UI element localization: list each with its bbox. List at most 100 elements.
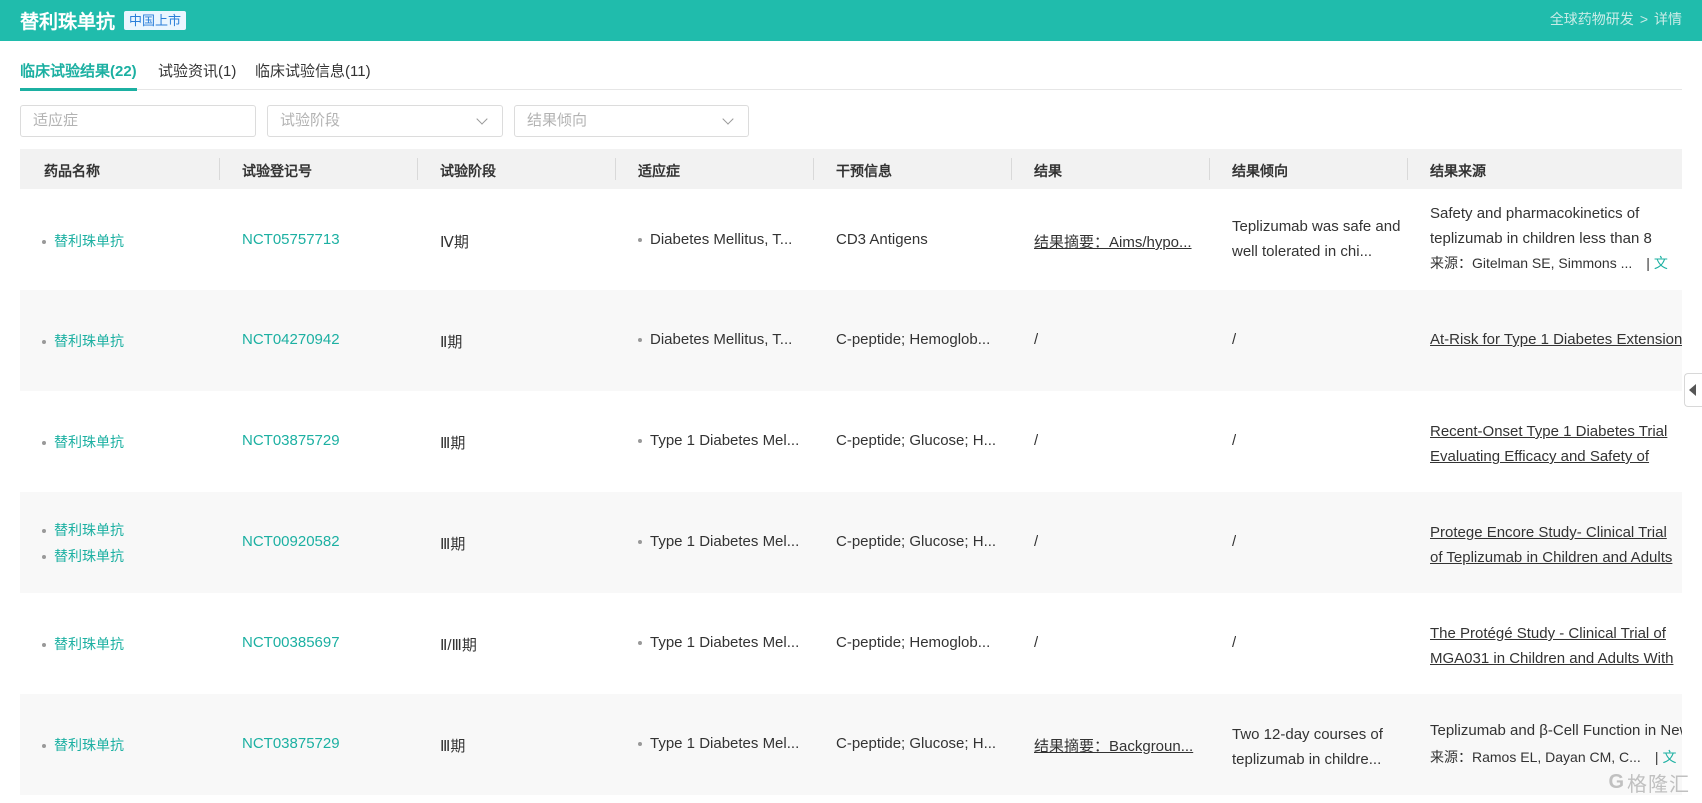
chevron-down-icon bbox=[476, 113, 488, 125]
source-meta: 来源：Gitelman SE, Simmons ... | 文 bbox=[1430, 253, 1682, 273]
panel-collapse-toggle[interactable] bbox=[1684, 373, 1702, 407]
bullet-icon bbox=[42, 240, 46, 245]
breadcrumb-detail: 详情 bbox=[1654, 11, 1682, 27]
drug-cell: 替利珠单抗 bbox=[42, 546, 124, 566]
phase-select[interactable]: 试验阶段 bbox=[267, 105, 503, 137]
result-summary-link[interactable]: 结果摘要：Aims/hypo... bbox=[1034, 231, 1206, 252]
drug-cell: 替利珠单抗 bbox=[42, 331, 124, 351]
drug-link[interactable]: 替利珠单抗 bbox=[54, 737, 124, 753]
col-header-indication: 适应症 bbox=[638, 163, 680, 179]
phase-text: Ⅲ期 bbox=[440, 738, 466, 755]
source-doc-link[interactable]: 文 bbox=[1662, 749, 1676, 765]
column-divider bbox=[1011, 158, 1012, 180]
drug-cell: 替利珠单抗 bbox=[42, 634, 124, 654]
col-header-source: 结果来源 bbox=[1430, 163, 1486, 179]
source-authors: 来源：Ramos EL, Dayan CM, C... bbox=[1430, 749, 1641, 765]
indication-filter[interactable] bbox=[20, 105, 256, 137]
drug-link[interactable]: 替利珠单抗 bbox=[54, 636, 124, 652]
tendency-text: Two 12-day courses of teplizumab in chil… bbox=[1232, 726, 1383, 768]
result-summary-link[interactable]: 结果摘要：Backgroun... bbox=[1034, 735, 1206, 756]
indication-text: Type 1 Diabetes Mel... bbox=[650, 735, 800, 752]
indication-text: Diabetes Mellitus, T... bbox=[650, 231, 793, 248]
result-text: / bbox=[1034, 432, 1039, 449]
drug-link[interactable]: 替利珠单抗 bbox=[54, 333, 124, 349]
bullet-icon bbox=[638, 238, 642, 243]
bullet-icon bbox=[638, 540, 642, 545]
bullet-icon bbox=[638, 439, 642, 444]
tab-trial-news[interactable]: 试验资讯(1) bbox=[158, 60, 236, 81]
indication-text: Type 1 Diabetes Mel... bbox=[650, 634, 800, 651]
col-header-registry: 试验登记号 bbox=[242, 163, 312, 179]
bullet-icon bbox=[638, 742, 642, 747]
source-title-link[interactable]: Protege Encore Study- Clinical Trial of … bbox=[1430, 520, 1682, 570]
source-doc-link[interactable]: 文 bbox=[1654, 255, 1668, 271]
intervention-text: C-peptide; Hemoglob... bbox=[836, 331, 991, 348]
top-header-bar: 替利珠单抗 中国上市 全球药物研发 > 详情 bbox=[0, 0, 1702, 41]
intervention-text: CD3 Antigens bbox=[836, 231, 928, 248]
bullet-icon bbox=[42, 643, 46, 648]
indication-input[interactable] bbox=[33, 112, 233, 129]
breadcrumb-global-rd[interactable]: 全球药物研发 bbox=[1550, 11, 1634, 27]
bullet-icon bbox=[42, 555, 46, 560]
tendency-text: / bbox=[1232, 533, 1237, 550]
table-row: 替利珠单抗 替利珠单抗 NCT00920582 Ⅲ期 Type 1 Diabet… bbox=[20, 492, 1682, 593]
registry-number-link[interactable]: NCT04270942 bbox=[242, 331, 340, 348]
watermark: G 格隆汇 bbox=[1608, 768, 1690, 797]
source-title-link[interactable]: Recent-Onset Type 1 Diabetes Trial Evalu… bbox=[1430, 419, 1682, 469]
tab-bar: 临床试验结果(22) 试验资讯(1) 临床试验信息(11) bbox=[20, 41, 1682, 91]
intervention-text: C-peptide; Glucose; H... bbox=[836, 533, 997, 550]
registry-number-link[interactable]: NCT03875729 bbox=[242, 735, 340, 752]
pipe-separator: | bbox=[1654, 749, 1659, 765]
phase-text: Ⅳ期 bbox=[440, 234, 469, 251]
table-row: 替利珠单抗 NCT03875729 Ⅲ期 Type 1 Diabetes Mel… bbox=[20, 694, 1682, 795]
indication-cell: Type 1 Diabetes Mel... bbox=[638, 533, 810, 550]
table-row: 替利珠单抗 NCT04270942 Ⅱ期 Diabetes Mellitus, … bbox=[20, 290, 1682, 391]
indication-cell: Type 1 Diabetes Mel... bbox=[638, 432, 810, 449]
drug-cell: 替利珠单抗 bbox=[42, 735, 124, 755]
drug-link[interactable]: 替利珠单抗 bbox=[54, 434, 124, 450]
col-header-tendency: 结果倾向 bbox=[1232, 163, 1288, 179]
bullet-icon bbox=[42, 744, 46, 749]
pipe-separator: | bbox=[1646, 255, 1650, 271]
watermark-logo-icon: G bbox=[1608, 771, 1625, 793]
drug-link[interactable]: 替利珠单抗 bbox=[54, 548, 124, 564]
phase-text: Ⅲ期 bbox=[440, 536, 466, 553]
drug-link[interactable]: 替利珠单抗 bbox=[54, 233, 124, 249]
indication-text: Diabetes Mellitus, T... bbox=[650, 331, 793, 348]
tendency-text: / bbox=[1232, 634, 1237, 651]
intervention-text: C-peptide; Hemoglob... bbox=[836, 634, 991, 651]
drug-title: 替利珠单抗 bbox=[20, 12, 116, 33]
watermark-text: 格隆汇 bbox=[1627, 774, 1690, 796]
column-divider bbox=[417, 158, 418, 180]
drug-cell: 替利珠单抗 bbox=[42, 231, 124, 251]
tab-clinical-results[interactable]: 临床试验结果(22) bbox=[20, 60, 137, 91]
registry-number-link[interactable]: NCT00385697 bbox=[242, 634, 340, 651]
phase-text: Ⅱ/Ⅲ期 bbox=[440, 637, 477, 654]
col-header-result: 结果 bbox=[1034, 163, 1062, 179]
column-divider bbox=[813, 158, 814, 180]
column-divider bbox=[615, 158, 616, 180]
indication-cell: Type 1 Diabetes Mel... bbox=[638, 735, 810, 752]
table-row: 替利珠单抗 NCT03875729 Ⅲ期 Type 1 Diabetes Mel… bbox=[20, 391, 1682, 492]
col-header-phase: 试验阶段 bbox=[440, 163, 496, 179]
result-text: / bbox=[1034, 533, 1039, 550]
chevron-down-icon bbox=[722, 113, 734, 125]
tendency-text: / bbox=[1232, 432, 1237, 449]
intervention-text: C-peptide; Glucose; H... bbox=[836, 735, 997, 752]
tendency-text: / bbox=[1232, 331, 1237, 348]
tendency-select-placeholder: 结果倾向 bbox=[527, 112, 588, 129]
bullet-icon bbox=[638, 338, 642, 343]
tab-trial-info[interactable]: 临床试验信息(11) bbox=[255, 60, 371, 81]
result-text: / bbox=[1034, 331, 1039, 348]
tendency-select[interactable]: 结果倾向 bbox=[514, 105, 749, 137]
drug-link[interactable]: 替利珠单抗 bbox=[54, 522, 124, 538]
source-title-link[interactable]: At-Risk for Type 1 Diabetes Extension St… bbox=[1430, 331, 1682, 348]
result-text: / bbox=[1034, 634, 1039, 651]
column-divider bbox=[1407, 158, 1408, 180]
registry-number-link[interactable]: NCT00920582 bbox=[242, 533, 340, 550]
source-title-link[interactable]: The Protégé Study - Clinical Trial of MG… bbox=[1430, 621, 1682, 671]
drug-cell: 替利珠单抗 bbox=[42, 520, 124, 540]
table-header: 药品名称 试验登记号 试验阶段 适应症 干预信息 结果 结果倾向 结果来源 bbox=[20, 149, 1682, 189]
registry-number-link[interactable]: NCT05757713 bbox=[242, 231, 340, 248]
registry-number-link[interactable]: NCT03875729 bbox=[242, 432, 340, 449]
